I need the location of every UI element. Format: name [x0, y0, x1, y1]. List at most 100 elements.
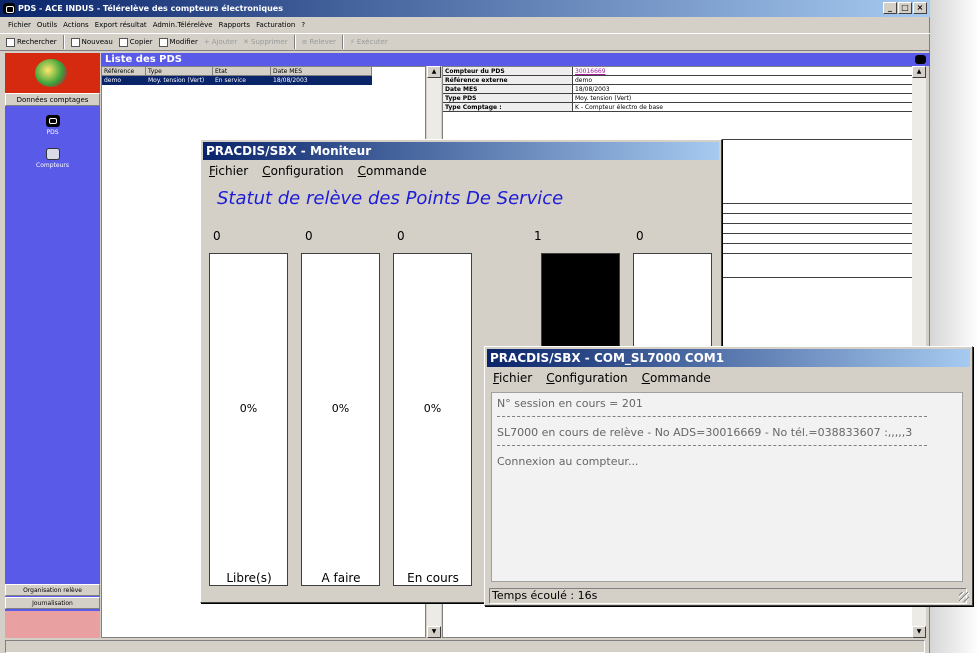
menu-configuration[interactable]: Configuration: [262, 162, 343, 180]
copy-button[interactable]: Copier: [118, 34, 153, 50]
toolbar-separator: [293, 35, 296, 49]
meter-link[interactable]: 30016669: [573, 67, 923, 75]
resize-grip-icon[interactable]: [959, 592, 969, 602]
app-menubar: Fichier Outils Actions Export résultat A…: [0, 17, 930, 33]
moniteur-menubar: Fichier Configuration Commande: [203, 162, 427, 180]
status-count-libres: 0: [213, 229, 221, 243]
com-statusbar: Temps écoulé : 16s: [489, 588, 967, 604]
detail-value: demo: [575, 77, 593, 84]
menu-fichier[interactable]: Fichier: [209, 162, 248, 180]
sidebar-journalisation[interactable]: Journalisation: [5, 597, 100, 609]
scroll-up-arrow[interactable]: ▲: [912, 66, 926, 78]
delete-icon: ✕: [243, 38, 249, 46]
search-button[interactable]: Rechercher: [6, 34, 57, 50]
delete-button-label: Supprimer: [251, 38, 288, 46]
status-bar-en-cours: [393, 253, 472, 586]
scroll-up-arrow[interactable]: ▲: [427, 66, 441, 78]
list-panel-title: Liste des PDS: [105, 54, 183, 65]
edit-icon: [158, 37, 168, 47]
menu-outils[interactable]: Outils: [37, 17, 57, 33]
app-statusbar: [5, 640, 925, 653]
modify-button[interactable]: Modifier: [158, 34, 198, 50]
sidebar: Données comptages PDS Compteurs Organisa…: [5, 53, 100, 638]
add-button[interactable]: + Ajouter: [204, 34, 237, 50]
plus-icon: +: [203, 38, 210, 46]
status-label-a-faire: A faire: [321, 571, 361, 585]
globe-logo-icon: [35, 59, 67, 87]
scroll-down-arrow[interactable]: ▼: [427, 626, 441, 638]
sidebar-footer: [5, 611, 100, 638]
column-header[interactable]: Référence: [102, 67, 146, 76]
status-label-libres: Libre(s): [226, 571, 272, 585]
read-icon: ≡: [301, 38, 308, 46]
detail-row: Compteur du PDS 30016669: [443, 67, 923, 76]
table-header-row: Référence Type Etat Date MES: [102, 67, 372, 76]
menu-rapports[interactable]: Rapports: [219, 17, 250, 33]
menu-fichier[interactable]: Fichier: [8, 17, 31, 33]
sidebar-item-compteurs[interactable]: Compteurs: [5, 148, 100, 169]
modify-button-label: Modifier: [169, 38, 198, 46]
app-title: PDS - ACE INDUS - Télérelève des compteu…: [18, 4, 283, 13]
column-header[interactable]: Etat: [213, 67, 271, 76]
menu-commande[interactable]: Commande: [358, 162, 427, 180]
app-logo-icon: [3, 3, 15, 14]
status-pct-en-cours: 0%: [423, 402, 442, 415]
status-bar-libres: [209, 253, 288, 586]
table-cell: Moy. tension (Vert): [146, 76, 213, 85]
log-separator: [497, 445, 927, 446]
table-row[interactable]: demo Moy. tension (Vert) En service 18/0…: [102, 76, 372, 85]
menu-facturation[interactable]: Facturation: [256, 17, 295, 33]
menu-help[interactable]: ?: [301, 17, 305, 33]
status-count-en-cours: 0: [397, 229, 405, 243]
scroll-down-arrow[interactable]: ▼: [912, 626, 926, 638]
logo: [5, 53, 100, 93]
execute-icon: ⚡: [349, 38, 355, 46]
detail-row: Date MES 18/08/2003: [443, 85, 923, 94]
detail-key: Date MES: [443, 85, 573, 93]
meter-icon: [45, 148, 60, 160]
new-button[interactable]: Nouveau: [70, 34, 113, 50]
delete-button[interactable]: ✕ Supprimer: [243, 34, 287, 50]
pds-icon: [45, 115, 60, 127]
toolbar-separator: [341, 35, 344, 49]
menu-export-resultat[interactable]: Export résultat: [95, 17, 147, 33]
new-document-icon: [70, 37, 80, 47]
menu-actions[interactable]: Actions: [63, 17, 89, 33]
status-pct-libres: 0%: [239, 402, 258, 415]
detail-key: Type PDS: [443, 94, 573, 102]
pds-icon: [915, 55, 926, 64]
moniteur-titlebar[interactable]: PRACDIS/SBX - Moniteur: [203, 142, 719, 160]
sidebar-item-label: Compteurs: [36, 162, 69, 169]
pds-table: Référence Type Etat Date MES demo Moy. t…: [102, 67, 372, 85]
detail-value: K - Compteur électro de base: [575, 104, 663, 111]
com-log: N° session en cours = 201 SL7000 en cour…: [491, 392, 963, 582]
sidebar-organisation-releve[interactable]: Organisation relève: [5, 584, 100, 596]
execute-button[interactable]: ⚡ Exécuter: [350, 34, 388, 50]
copy-button-label: Copier: [129, 38, 153, 46]
read-button[interactable]: ≡ Relever: [302, 34, 336, 50]
menu-commande[interactable]: Commande: [642, 369, 711, 387]
status-pct-a-faire: 0%: [331, 402, 350, 415]
detail-row: Type Comptage : K - Compteur électro de …: [443, 103, 923, 112]
column-header[interactable]: Date MES: [271, 67, 372, 76]
close-button[interactable]: ×: [913, 2, 927, 14]
status-count-col5: 0: [636, 229, 644, 243]
menu-fichier[interactable]: Fichier: [493, 369, 532, 387]
menu-configuration[interactable]: Configuration: [546, 369, 627, 387]
detail-value: 18/08/2003: [575, 86, 610, 93]
app-titlebar: PDS - ACE INDUS - Télérelève des compteu…: [0, 0, 930, 17]
status-count-col4: 1: [534, 229, 542, 243]
reading-line: SL7000 en cours de relève - No ADS=30016…: [497, 426, 913, 439]
maximize-button[interactable]: □: [898, 2, 912, 14]
minimize-button[interactable]: _: [883, 2, 897, 14]
com-titlebar[interactable]: PRACDIS/SBX - COM_SL7000 COM1: [487, 349, 970, 367]
detail-value: Moy. tension (Vert): [575, 95, 632, 102]
copy-icon: [118, 37, 128, 47]
column-header[interactable]: Type: [146, 67, 213, 76]
sidebar-item-pds[interactable]: PDS: [5, 115, 100, 136]
list-panel-header: Liste des PDS: [101, 53, 930, 66]
monitor-heading: Statut de relève des Points De Service: [217, 188, 564, 209]
com-window: PRACDIS/SBX - COM_SL7000 COM1 Fichier Co…: [484, 346, 973, 606]
menu-admin-telereleve[interactable]: Admin.Télérelève: [153, 17, 213, 33]
sidebar-section-header[interactable]: Données comptages: [5, 93, 100, 106]
